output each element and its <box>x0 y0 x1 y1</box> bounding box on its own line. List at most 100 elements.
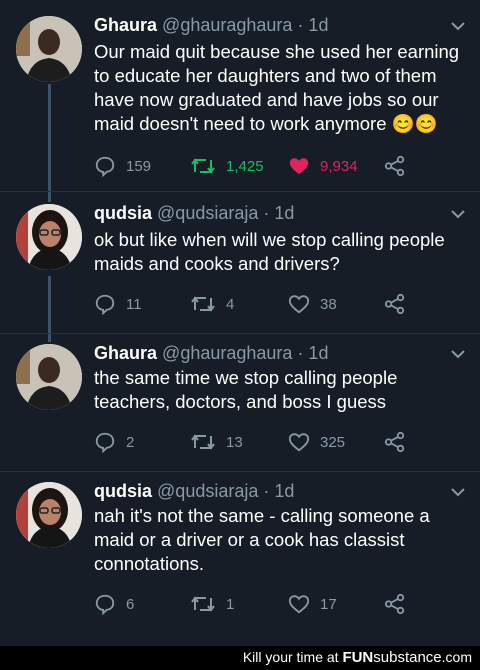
handle[interactable]: @qudsiaraja <box>157 481 258 501</box>
tweet-text-line: the same time we stop calling people <box>94 367 398 388</box>
tweet-text-line: connotations. <box>94 553 205 574</box>
divider <box>0 191 480 192</box>
like-button[interactable]: 38 <box>288 292 337 316</box>
retweet-icon <box>190 593 216 615</box>
tweet-actions: 11 4 38 <box>94 292 464 316</box>
reply-button[interactable]: 11 <box>94 292 142 316</box>
like-count: 325 <box>320 433 346 451</box>
avatar[interactable] <box>16 482 82 548</box>
reply-count: 2 <box>126 433 135 451</box>
handle[interactable]: @qudsiaraja <box>157 203 258 223</box>
divider <box>0 333 480 334</box>
tweet-text-line: have now graduated and have jobs so our <box>94 89 439 110</box>
like-count: 9,934 <box>320 157 358 175</box>
tweet-text-line: teachers, doctors, and boss I guess <box>94 391 387 412</box>
share-icon <box>384 155 406 177</box>
chevron-down-icon[interactable] <box>450 18 466 36</box>
tweet-header: Ghaura @ghauraghaura · 1d <box>94 342 328 364</box>
reply-button[interactable]: 159 <box>94 154 151 178</box>
tweet-header: Ghaura @ghauraghaura · 1d <box>94 14 328 36</box>
share-icon <box>384 431 406 453</box>
tweet-text: ok but like when will we stop calling pe… <box>94 228 466 276</box>
like-count: 38 <box>320 295 337 313</box>
reply-count: 159 <box>126 157 152 175</box>
like-icon <box>288 293 310 315</box>
display-name[interactable]: Ghaura <box>94 15 157 35</box>
watermark-domain: .com <box>441 649 472 665</box>
like-button[interactable]: 9,934 <box>288 154 358 178</box>
share-icon <box>384 593 406 615</box>
share-button[interactable] <box>384 154 406 178</box>
tweet-actions: 159 1,425 9,934 <box>94 154 464 178</box>
retweet-button[interactable]: 13 <box>190 430 243 454</box>
watermark-brand-bold: FUN <box>342 649 374 666</box>
reply-icon <box>94 593 116 615</box>
retweet-icon <box>190 293 216 315</box>
avatar[interactable] <box>16 16 82 82</box>
tweet-header: qudsia @qudsiaraja · 1d <box>94 202 294 224</box>
tweet-text-line: maid doesn't need to work anymore 😊😊 <box>94 113 438 134</box>
tweet-text-line: ok but like when will we stop calling pe… <box>94 229 445 250</box>
tweet[interactable]: qudsia @qudsiaraja · 1d nah it's not the… <box>0 480 480 640</box>
tweet-text-line: maid or a driver or a cook has classist <box>94 529 405 550</box>
handle[interactable]: @ghauraghaura <box>162 15 292 35</box>
watermark-footer: Kill your time at FUNsubstance.com <box>0 646 480 670</box>
tweet-text: nah it's not the same - calling someone … <box>94 504 466 576</box>
reply-icon <box>94 431 116 453</box>
retweet-count: 13 <box>226 433 243 451</box>
retweet-icon <box>190 431 216 453</box>
like-button[interactable]: 325 <box>288 430 345 454</box>
divider <box>0 471 480 472</box>
display-name[interactable]: Ghaura <box>94 343 157 363</box>
retweet-icon <box>190 155 216 177</box>
reply-icon <box>94 155 116 177</box>
chevron-down-icon[interactable] <box>450 206 466 224</box>
timestamp[interactable]: · 1d <box>297 343 328 363</box>
tweet-header: qudsia @qudsiaraja · 1d <box>94 480 294 502</box>
like-count: 17 <box>320 595 337 613</box>
display-name[interactable]: qudsia <box>94 203 152 223</box>
tweet[interactable]: Ghaura @ghauraghaura · 1d the same time … <box>0 342 480 472</box>
avatar[interactable] <box>16 204 82 270</box>
timestamp[interactable]: · 1d <box>263 203 294 223</box>
retweet-button[interactable]: 4 <box>190 292 234 316</box>
reply-button[interactable]: 6 <box>94 592 134 616</box>
display-name[interactable]: qudsia <box>94 481 152 501</box>
chevron-down-icon[interactable] <box>450 484 466 502</box>
reply-count: 11 <box>126 295 142 313</box>
share-button[interactable] <box>384 592 406 616</box>
timestamp[interactable]: · 1d <box>263 481 294 501</box>
retweet-count: 1,425 <box>226 157 264 175</box>
tweet[interactable]: qudsia @qudsiaraja · 1d ok but like when… <box>0 202 480 334</box>
retweet-count: 1 <box>226 595 235 613</box>
retweet-button[interactable]: 1,425 <box>190 154 264 178</box>
reply-icon <box>94 293 116 315</box>
tweet[interactable]: Ghaura @ghauraghaura · 1d Our maid quit … <box>0 14 480 192</box>
like-icon <box>288 431 310 453</box>
tweet-text: Our maid quit because she used her earni… <box>94 40 466 136</box>
tweet-text-line: nah it's not the same - calling someone … <box>94 505 430 526</box>
retweet-count: 4 <box>226 295 235 313</box>
tweet-text-line: maids and cooks and drivers? <box>94 253 340 274</box>
timestamp[interactable]: · 1d <box>297 15 328 35</box>
tweet-text-line: to educate her daughters and two of them <box>94 65 437 86</box>
like-button[interactable]: 17 <box>288 592 337 616</box>
like-icon <box>288 155 310 177</box>
tweet-actions: 2 13 325 <box>94 430 464 454</box>
watermark-brand-rest: substance <box>373 649 442 666</box>
tweet-actions: 6 1 17 <box>94 592 464 616</box>
chevron-down-icon[interactable] <box>450 346 466 364</box>
like-icon <box>288 593 310 615</box>
share-icon <box>384 293 406 315</box>
share-button[interactable] <box>384 292 406 316</box>
reply-button[interactable]: 2 <box>94 430 134 454</box>
share-button[interactable] <box>384 430 406 454</box>
watermark-text: Kill your time at FUNsubstance.com <box>243 649 472 666</box>
tweet-text-line: Our maid quit because she used her earni… <box>94 41 460 62</box>
tweet-text: the same time we stop calling people tea… <box>94 366 466 414</box>
retweet-button[interactable]: 1 <box>190 592 234 616</box>
reply-count: 6 <box>126 595 135 613</box>
handle[interactable]: @ghauraghaura <box>162 343 292 363</box>
avatar[interactable] <box>16 344 82 410</box>
watermark-prefix: Kill your time at <box>242 649 339 665</box>
